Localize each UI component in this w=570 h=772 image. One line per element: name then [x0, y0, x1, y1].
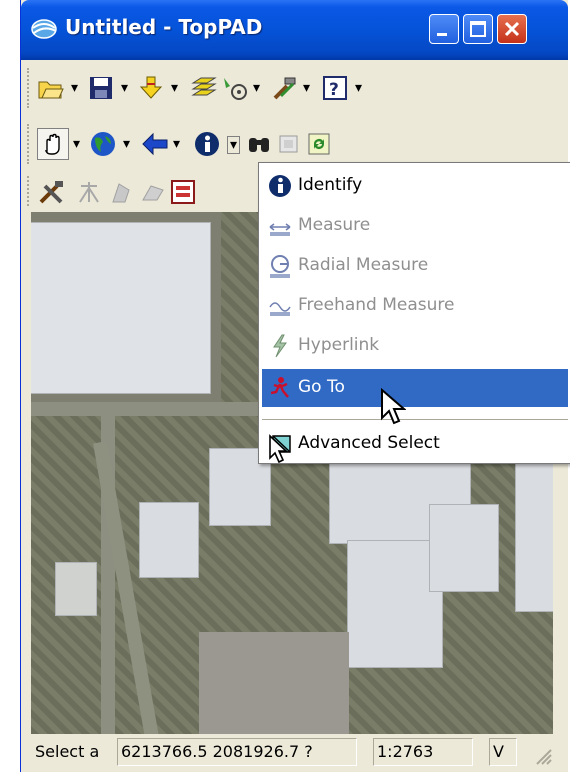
- edit-shape-icon: [139, 178, 167, 206]
- menu-item-identify[interactable]: Identify: [262, 167, 568, 205]
- save-disk-icon[interactable]: [87, 74, 115, 102]
- map-parking-lot: [199, 632, 349, 734]
- open-folder-icon[interactable]: [37, 74, 65, 102]
- menu-item-label: Go To: [298, 377, 345, 397]
- app-globe-icon: [29, 16, 59, 42]
- menu-item-label: Hyperlink: [298, 335, 380, 355]
- globe-dropdown-icon[interactable]: ▾: [123, 136, 130, 152]
- map-building: [139, 502, 199, 578]
- map-building: [429, 504, 499, 592]
- tools-dropdown-icon[interactable]: ▾: [303, 80, 310, 96]
- toolbar-grip[interactable]: [27, 176, 32, 206]
- survey-tripod-icon: [75, 178, 103, 206]
- pan-hand-icon[interactable]: [37, 128, 69, 160]
- status-message: Select a: [35, 742, 100, 761]
- edit-parcel-icon: [107, 178, 135, 206]
- identify-dropdown-menu: Identify Measure Radial Measure Freehand…: [258, 162, 570, 464]
- add-dropdown-icon[interactable]: ▾: [171, 80, 178, 96]
- status-coordinates: 6213766.5 2081926.7 ?: [117, 738, 357, 766]
- standard-toolbar: ▾ ▾ ▾ ▾ ▾ ? ▾: [21, 60, 568, 117]
- settings-dropdown-icon[interactable]: ▾: [253, 80, 260, 96]
- help-dropdown-icon[interactable]: ▾: [355, 80, 362, 96]
- info-icon: [268, 173, 292, 199]
- window-title: Untitled - TopPAD: [65, 15, 263, 39]
- open-dropdown-icon[interactable]: ▾: [71, 80, 78, 96]
- status-scale: 1:2763: [373, 738, 473, 766]
- status-bar: Select a 6213766.5 2081926.7 ? 1:2763 V: [21, 734, 568, 772]
- measure-icon: [268, 213, 292, 239]
- menu-item-radial-measure[interactable]: Radial Measure: [262, 247, 568, 285]
- close-button[interactable]: [497, 14, 527, 44]
- hyperlink-icon: [268, 333, 292, 359]
- settings-target-icon[interactable]: [221, 74, 249, 102]
- title-bar[interactable]: Untitled - TopPAD: [21, 0, 568, 60]
- menu-item-label: Advanced Select: [298, 433, 440, 453]
- status-flag: V: [489, 738, 517, 766]
- menu-item-measure[interactable]: Measure: [262, 207, 568, 245]
- report-icon[interactable]: [169, 178, 197, 206]
- menu-separator: [262, 419, 568, 420]
- maximize-button[interactable]: [463, 14, 493, 44]
- select-box-icon: [275, 130, 303, 158]
- freehand-measure-icon: [268, 293, 292, 319]
- back-dropdown-icon[interactable]: ▾: [173, 136, 180, 152]
- minimize-button[interactable]: [429, 14, 459, 44]
- back-arrow-icon[interactable]: [141, 130, 169, 158]
- tools-crossed-icon[interactable]: [37, 178, 65, 206]
- menu-item-hyperlink[interactable]: Hyperlink: [262, 327, 568, 365]
- identify-info-icon[interactable]: [193, 130, 221, 158]
- toolbar-grip[interactable]: [27, 124, 32, 164]
- binoculars-icon[interactable]: [245, 130, 273, 158]
- globe-icon[interactable]: [89, 130, 117, 158]
- toolbar-grip[interactable]: [27, 68, 32, 108]
- goto-icon: [268, 375, 292, 401]
- menu-item-go-to[interactable]: Go To: [262, 369, 568, 407]
- add-layer-icon[interactable]: [137, 74, 165, 102]
- menu-item-label: Identify: [298, 175, 363, 195]
- radial-measure-icon: [268, 253, 292, 279]
- map-road: [93, 441, 159, 734]
- menu-item-label: Radial Measure: [298, 255, 429, 275]
- resize-grip-icon[interactable]: [531, 744, 553, 770]
- tools-icon[interactable]: [271, 74, 299, 102]
- svg-text:?: ?: [329, 80, 339, 100]
- map-building: [515, 450, 553, 612]
- save-dropdown-icon[interactable]: ▾: [121, 80, 128, 96]
- identify-dropdown-icon[interactable]: ▾: [227, 136, 241, 154]
- menu-item-label: Freehand Measure: [298, 295, 455, 315]
- help-icon[interactable]: ?: [321, 74, 349, 102]
- pan-dropdown-icon[interactable]: ▾: [73, 136, 80, 152]
- layers-icon[interactable]: [189, 74, 217, 102]
- mouse-pointer-icon: [380, 387, 407, 430]
- menu-item-advanced-select[interactable]: Advanced Select: [262, 425, 568, 463]
- refresh-icon[interactable]: [305, 130, 333, 158]
- map-building: [31, 222, 211, 394]
- menu-item-label: Measure: [298, 215, 371, 235]
- map-building: [55, 562, 97, 616]
- menu-item-freehand-measure[interactable]: Freehand Measure: [262, 287, 568, 325]
- secondary-pointer-icon: [268, 434, 289, 468]
